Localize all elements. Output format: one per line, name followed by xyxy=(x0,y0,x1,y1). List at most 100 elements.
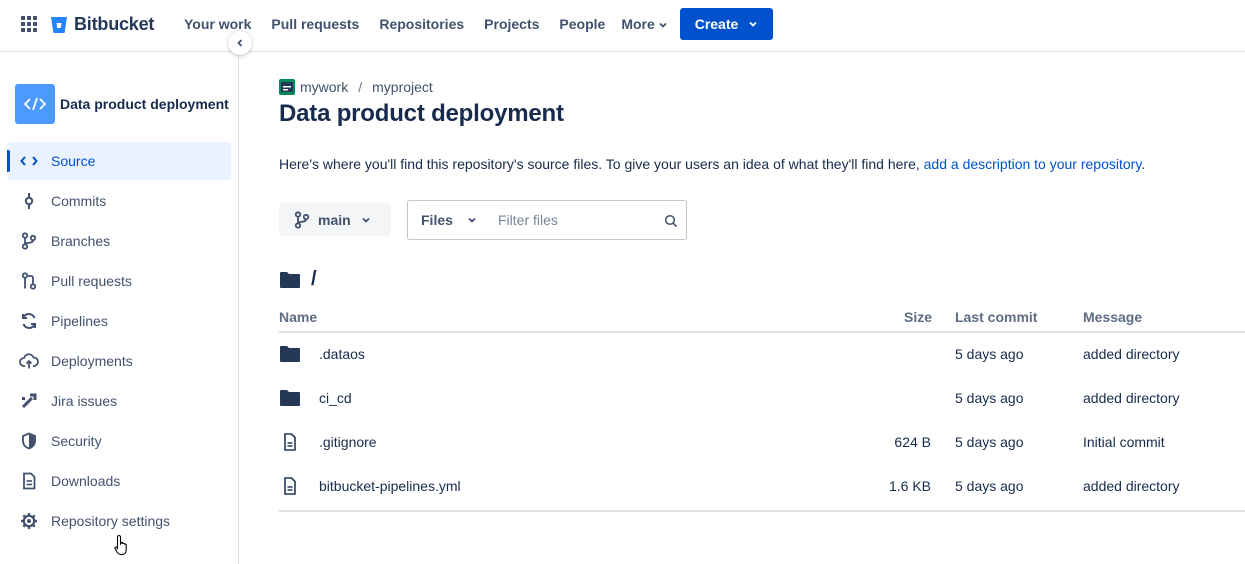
nav-repositories[interactable]: Repositories xyxy=(369,0,474,52)
bitbucket-logo-icon xyxy=(51,16,67,33)
current-path: / xyxy=(279,268,317,291)
sidebar-item-downloads[interactable]: Downloads xyxy=(7,462,231,500)
pipelines-icon xyxy=(19,311,39,331)
chevron-down-icon xyxy=(749,21,757,27)
file-size: 624 B xyxy=(894,434,931,450)
description-text: Here's where you'll find this repository… xyxy=(279,156,924,172)
file-name[interactable]: bitbucket-pipelines.yml xyxy=(319,478,461,494)
last-commit: 5 days ago xyxy=(955,390,1024,406)
file-table: Name Size Last commit Message .dataos 5 … xyxy=(279,305,1245,509)
nav-people[interactable]: People xyxy=(549,0,615,52)
path-root[interactable]: / xyxy=(311,268,317,291)
repo-avatar xyxy=(15,84,55,124)
repo-description: Here's where you'll find this repository… xyxy=(279,156,1145,172)
branch-selector[interactable]: main xyxy=(279,203,391,236)
shield-icon xyxy=(19,431,39,451)
file-name[interactable]: .gitignore xyxy=(319,434,377,450)
table-row[interactable]: ci_cd 5 days ago added directory xyxy=(279,377,1245,421)
sidebar-item-pipelines[interactable]: Pipelines xyxy=(7,302,231,340)
commit-message: added directory xyxy=(1083,346,1180,362)
file-icon xyxy=(284,477,296,495)
breadcrumb-project[interactable]: myproject xyxy=(372,79,433,95)
commit-message: added directory xyxy=(1083,390,1180,406)
document-icon xyxy=(19,471,39,491)
breadcrumb: mywork / myproject xyxy=(279,79,433,95)
sidebar-item-deployments[interactable]: Deployments xyxy=(7,342,231,380)
sidebar-nav: Source Commits Branches Pull requests Pi… xyxy=(7,142,231,542)
file-name[interactable]: .dataos xyxy=(319,346,365,362)
pull-request-icon xyxy=(19,271,39,291)
nav-projects[interactable]: Projects xyxy=(474,0,549,52)
sidebar-item-security[interactable]: Security xyxy=(7,422,231,460)
sidebar-item-label: Source xyxy=(51,153,96,169)
hand-cursor-icon xyxy=(114,534,127,556)
column-last-commit[interactable]: Last commit xyxy=(955,309,1037,325)
sidebar-item-label: Pull requests xyxy=(51,273,132,289)
commit-message: added directory xyxy=(1083,478,1180,494)
branch-name: main xyxy=(318,211,351,228)
folder-icon xyxy=(280,271,300,288)
nav-more-label: More xyxy=(621,16,655,32)
last-commit: 5 days ago xyxy=(955,434,1024,450)
breadcrumb-workspace[interactable]: mywork xyxy=(300,79,348,95)
top-navigation: Bitbucket Your work Pull requests Reposi… xyxy=(0,0,1245,52)
commit-icon xyxy=(19,191,39,211)
nav-more-dropdown[interactable]: More xyxy=(615,0,677,52)
files-type-select[interactable]: Files xyxy=(408,212,488,228)
folder-icon xyxy=(280,346,300,362)
table-row[interactable]: .dataos 5 days ago added directory xyxy=(279,333,1245,377)
sidebar: Data product deployment Source Commits B… xyxy=(0,52,239,564)
sidebar-item-branches[interactable]: Branches xyxy=(7,222,231,260)
description-suffix: . xyxy=(1141,156,1146,172)
chevron-down-icon xyxy=(659,23,667,29)
table-bottom-divider xyxy=(279,510,1245,512)
column-message[interactable]: Message xyxy=(1083,309,1142,325)
nav-pull-requests[interactable]: Pull requests xyxy=(261,0,369,52)
breadcrumb-separator: / xyxy=(358,79,363,95)
filter-files-input[interactable] xyxy=(498,205,658,235)
sidebar-item-label: Deployments xyxy=(51,353,133,369)
sidebar-item-commits[interactable]: Commits xyxy=(7,182,231,220)
column-name[interactable]: Name xyxy=(279,309,317,325)
chevron-down-icon xyxy=(468,217,476,223)
branch-icon xyxy=(19,231,39,251)
sidebar-item-label: Commits xyxy=(51,193,107,209)
workspace-icon xyxy=(279,79,295,95)
branch-icon xyxy=(294,210,310,229)
add-description-link[interactable]: add a description to your repository xyxy=(924,156,1142,172)
sidebar-item-label: Jira issues xyxy=(51,393,118,409)
sidebar-item-pull-requests[interactable]: Pull requests xyxy=(7,262,231,300)
file-name[interactable]: ci_cd xyxy=(319,390,352,406)
column-size[interactable]: Size xyxy=(904,309,932,325)
app-switcher-icon[interactable] xyxy=(21,16,37,32)
file-icon xyxy=(284,433,296,451)
last-commit: 5 days ago xyxy=(955,478,1024,494)
code-icon xyxy=(24,97,46,111)
files-select-label: Files xyxy=(421,212,453,228)
repo-header[interactable]: Data product deployment xyxy=(15,84,229,124)
sidebar-item-label: Pipelines xyxy=(51,313,108,329)
commit-message: Initial commit xyxy=(1083,434,1165,450)
sidebar-item-label: Branches xyxy=(51,233,111,249)
table-row[interactable]: bitbucket-pipelines.yml 1.6 KB 5 days ag… xyxy=(279,465,1245,509)
cloud-upload-icon xyxy=(19,351,39,371)
collapse-sidebar-button[interactable] xyxy=(228,31,252,55)
table-row[interactable]: .gitignore 624 B 5 days ago Initial comm… xyxy=(279,421,1245,465)
jira-icon xyxy=(19,391,39,411)
gear-icon xyxy=(19,511,39,531)
brand-name: Bitbucket xyxy=(74,14,155,34)
bitbucket-logo[interactable]: Bitbucket xyxy=(50,14,154,35)
chevron-down-icon xyxy=(362,217,370,223)
sidebar-item-source[interactable]: Source xyxy=(7,142,231,180)
sidebar-item-label: Security xyxy=(51,433,102,449)
sidebar-item-label: Repository settings xyxy=(51,513,171,529)
sidebar-item-jira-issues[interactable]: Jira issues xyxy=(7,382,231,420)
create-button[interactable]: Create xyxy=(680,8,773,40)
page-title: Data product deployment xyxy=(279,100,564,127)
table-header: Name Size Last commit Message xyxy=(279,305,1245,333)
folder-icon xyxy=(280,390,300,406)
repo-name: Data product deployment xyxy=(60,96,229,112)
create-button-label: Create xyxy=(694,16,739,32)
search-icon[interactable] xyxy=(664,214,678,228)
file-size: 1.6 KB xyxy=(888,478,931,494)
